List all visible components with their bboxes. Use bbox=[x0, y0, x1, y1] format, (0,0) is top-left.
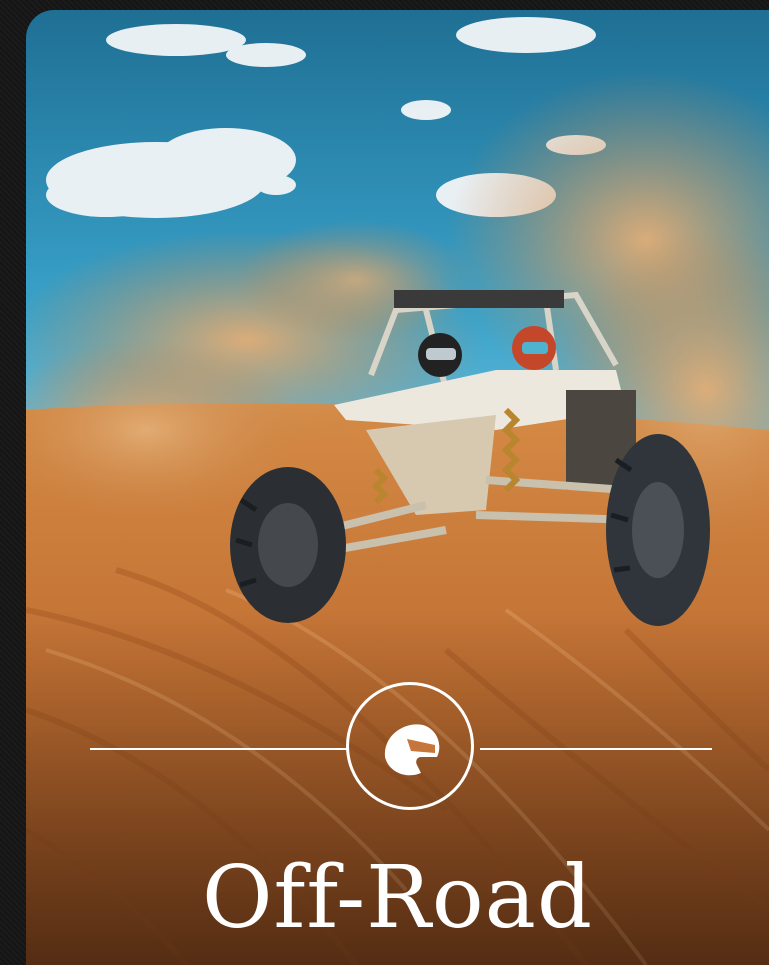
helmet-icon bbox=[384, 724, 440, 776]
divider-line-left bbox=[90, 748, 348, 750]
category-card-offroad[interactable]: Off-Road bbox=[26, 10, 769, 965]
helmet-badge bbox=[346, 682, 474, 810]
card-title: Off-Road bbox=[201, 848, 593, 948]
offroad-buggy-photo bbox=[26, 10, 769, 965]
divider-line-right bbox=[480, 748, 712, 750]
